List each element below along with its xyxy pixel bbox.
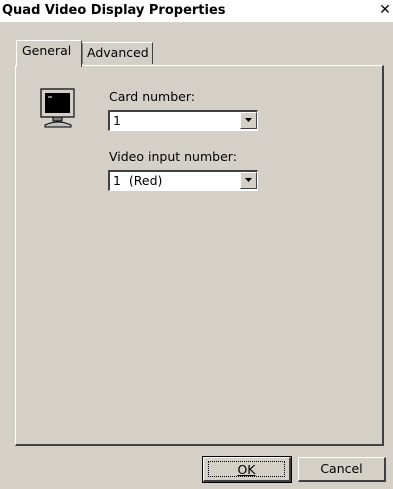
window-title: Quad Video Display Properties xyxy=(2,3,226,18)
card-number-dropdown-button[interactable] xyxy=(240,112,257,129)
video-input-dropdown[interactable]: 1 (Red) xyxy=(108,170,258,191)
chevron-down-icon xyxy=(245,118,252,122)
title-bar: Quad Video Display Properties ✕ xyxy=(0,0,393,23)
general-tab-panel: Card number: 1 Video input number: 1 (Re… xyxy=(15,65,384,446)
video-input-label: Video input number: xyxy=(109,149,237,164)
tab-general-label: General xyxy=(22,43,72,58)
chevron-down-icon xyxy=(245,178,252,182)
card-number-label: Card number: xyxy=(109,89,195,104)
card-number-value: 1 xyxy=(113,113,121,128)
close-icon[interactable]: ✕ xyxy=(377,2,393,18)
card-number-dropdown[interactable]: 1 xyxy=(108,110,258,131)
cancel-button-label: Cancel xyxy=(320,461,363,476)
cancel-button[interactable]: Cancel xyxy=(298,457,386,482)
ok-button[interactable]: OK xyxy=(202,456,292,483)
ok-button-label: OK xyxy=(237,462,256,477)
tab-advanced[interactable]: Advanced xyxy=(82,42,153,64)
tab-general[interactable]: General xyxy=(16,40,82,67)
video-input-value: 1 (Red) xyxy=(113,173,163,188)
monitor-icon xyxy=(40,88,75,128)
tab-advanced-label: Advanced xyxy=(87,45,149,60)
ok-focus-rect: OK xyxy=(208,461,285,477)
video-input-dropdown-button[interactable] xyxy=(240,172,257,189)
